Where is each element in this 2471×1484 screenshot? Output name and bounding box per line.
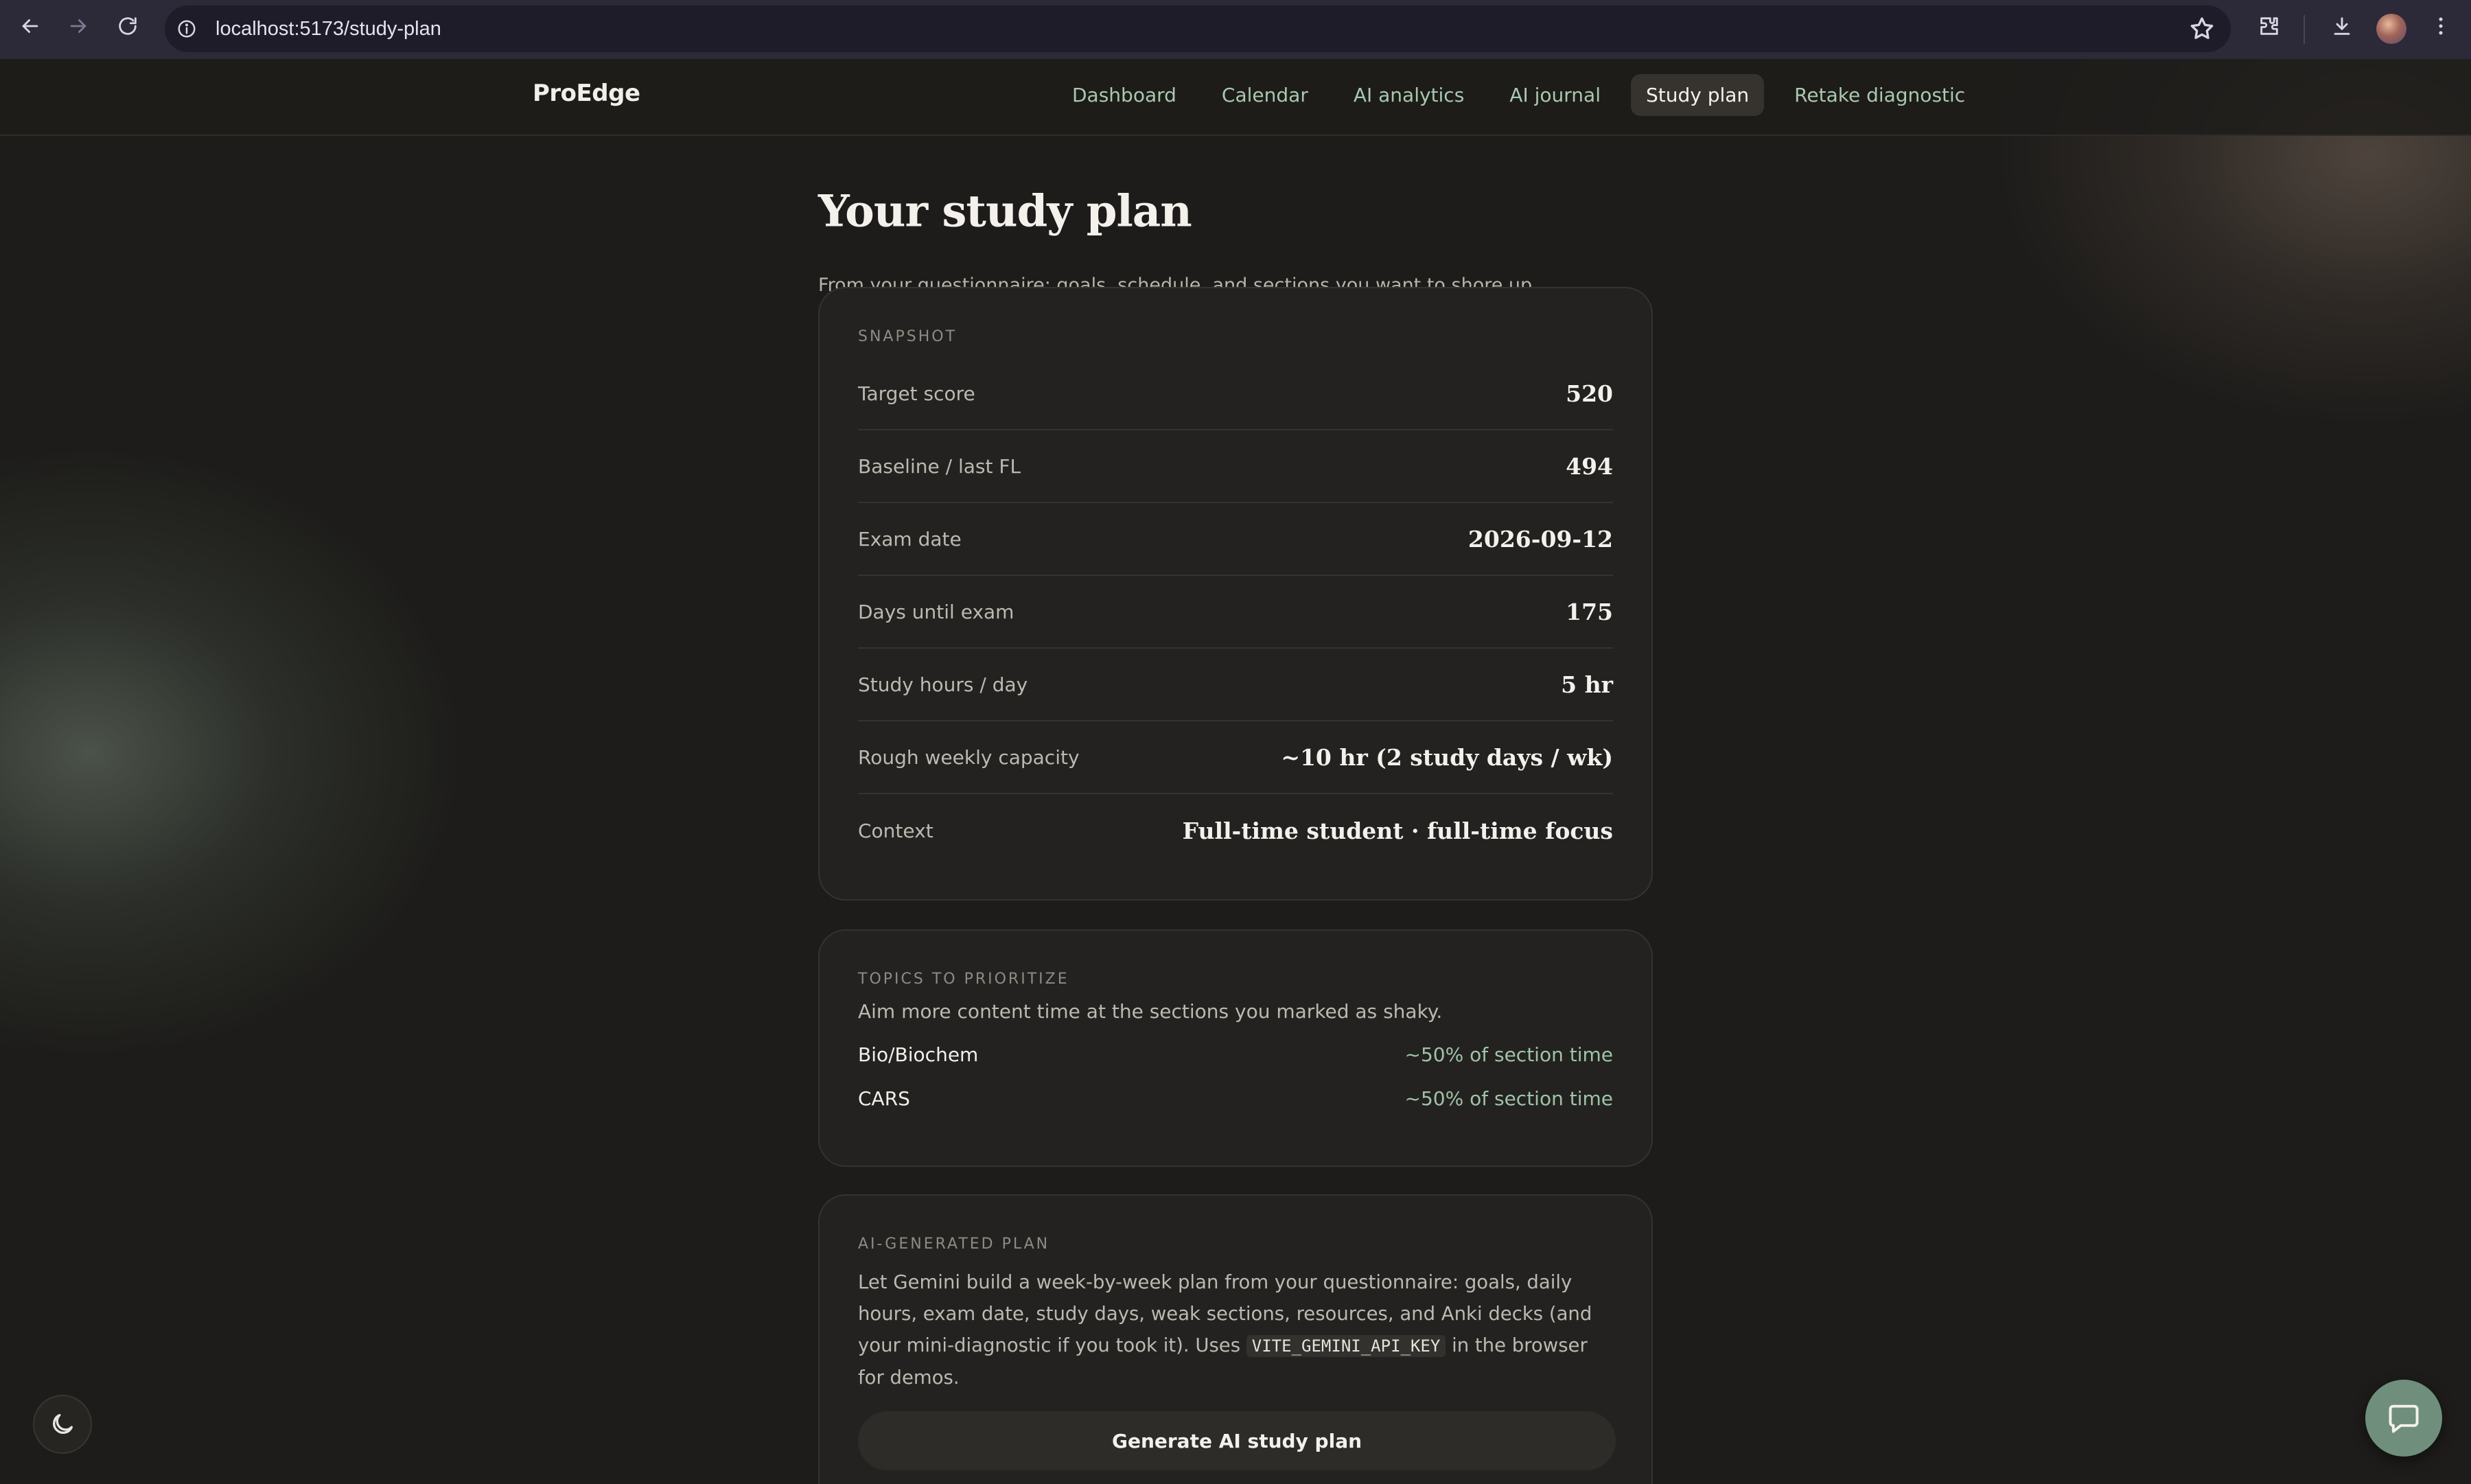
topic-name: Bio/Biochem [858,1043,979,1066]
toolbar-divider [2304,15,2305,44]
profile-avatar[interactable] [2376,14,2406,44]
snapshot-row-target-score: Target score 520 [858,358,1613,430]
snapshot-value: 520 [1566,380,1613,407]
nav-link-retake-diagnostic[interactable]: Retake diagnostic [1779,74,1980,116]
nav-link-ai-journal[interactable]: AI journal [1494,74,1616,116]
page-title: Your study plan [818,185,1192,237]
brand-logo[interactable]: ProEdge [533,80,640,107]
site-info-icon[interactable] [173,15,200,43]
nav-links: Dashboard Calendar AI analytics AI journ… [1057,74,1980,116]
background-glow-left [0,443,467,1061]
topic-share: ~50% of section time [1404,1043,1614,1066]
topics-label: Topics to prioritize [858,971,1069,988]
snapshot-key: Rough weekly capacity [858,745,1080,769]
snapshot-key: Exam date [858,527,962,550]
forward-arrow-icon[interactable] [58,5,99,47]
snapshot-key: Study hours / day [858,673,1028,696]
snapshot-key: Target score [858,382,975,405]
address-bar[interactable]: localhost:5173/study-plan [165,5,2231,52]
app-surface: ProEdge Dashboard Calendar AI analytics … [0,59,2471,1484]
extensions-puzzle-icon[interactable] [2249,5,2290,47]
ai-plan-description: Let Gemini build a week-by-week plan fro… [858,1266,1613,1393]
snapshot-value: 175 [1566,598,1613,625]
snapshot-value: 5 hr [1561,671,1613,698]
address-url[interactable]: localhost:5173/study-plan [216,18,441,40]
snapshot-key: Days until exam [858,600,1014,623]
ai-plan-card: AI-generated plan Let Gemini build a wee… [818,1194,1653,1484]
top-navigation: ProEdge Dashboard Calendar AI analytics … [0,59,2471,136]
nav-link-calendar[interactable]: Calendar [1207,74,1323,116]
browser-toolbar: localhost:5173/study-plan [0,0,2471,59]
topic-name: CARS [858,1087,910,1110]
back-arrow-icon[interactable] [10,5,51,47]
kebab-menu-icon[interactable] [2420,5,2461,47]
list-item: Bio/Biochem ~50% of section time [858,1032,1613,1076]
snapshot-label: Snapshot [858,328,958,345]
chat-bubble-icon [2386,1400,2422,1436]
topics-description: Aim more content time at the sections yo… [858,1000,1443,1023]
snapshot-card: Snapshot Target score 520 Baseline / las… [818,287,1653,901]
snapshot-key: Context [858,819,933,842]
snapshot-row-days-until-exam: Days until exam 175 [858,576,1613,649]
nav-link-ai-analytics[interactable]: AI analytics [1338,74,1479,116]
snapshot-row-weekly-capacity: Rough weekly capacity ~10 hr (2 study da… [858,721,1613,794]
snapshot-value: 494 [1566,452,1613,480]
ai-plan-label: AI-generated plan [858,1236,1050,1253]
snapshot-row-baseline: Baseline / last FL 494 [858,430,1613,503]
snapshot-row-context: Context Full-time student · full-time fo… [858,794,1613,867]
snapshot-row-exam-date: Exam date 2026-09-12 [858,503,1613,576]
snapshot-value: 2026-09-12 [1467,525,1613,553]
snapshot-key: Baseline / last FL [858,454,1021,478]
topics-card: Topics to prioritize Aim more content ti… [818,929,1653,1167]
topic-share: ~50% of section time [1404,1087,1614,1110]
bookmark-star-icon[interactable] [2188,15,2216,43]
list-item: CARS ~50% of section time [858,1076,1613,1120]
generate-ai-study-plan-button[interactable]: Generate AI study plan [858,1411,1616,1470]
snapshot-value: ~10 hr (2 study days / wk) [1281,743,1613,771]
chat-button[interactable] [2365,1380,2442,1457]
snapshot-value: Full-time student · full-time focus [1182,817,1613,844]
reload-icon[interactable] [107,5,148,47]
snapshot-rows: Target score 520 Baseline / last FL 494 … [858,358,1613,867]
topic-list: Bio/Biochem ~50% of section time CARS ~5… [858,1032,1613,1120]
nav-link-study-plan[interactable]: Study plan [1630,74,1765,116]
api-key-code: VITE_GEMINI_API_KEY [1246,1335,1446,1357]
theme-toggle-button[interactable] [33,1395,92,1454]
moon-icon [49,1411,76,1438]
download-icon[interactable] [2321,5,2363,47]
nav-link-dashboard[interactable]: Dashboard [1057,74,1192,116]
snapshot-row-study-hours: Study hours / day 5 hr [858,649,1613,721]
